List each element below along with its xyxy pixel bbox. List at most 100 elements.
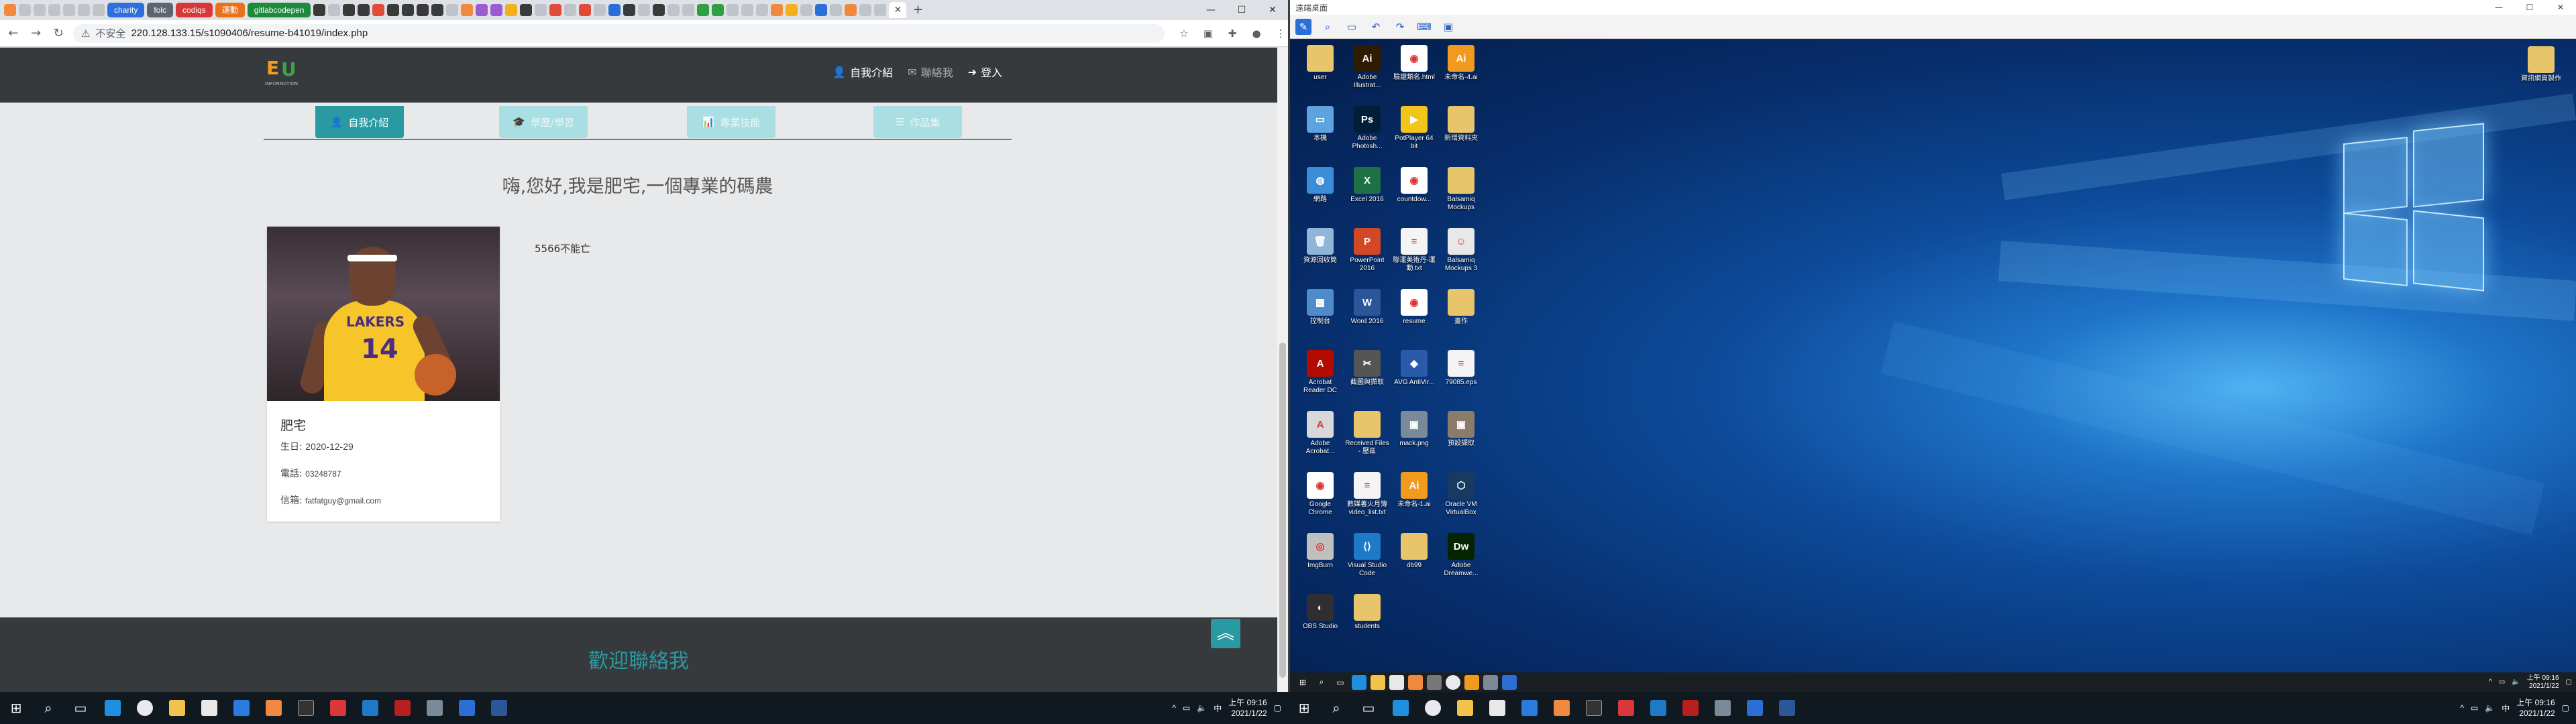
tab-favicon[interactable]: [756, 4, 769, 16]
tab-favicon[interactable]: [328, 4, 341, 16]
tab-favicon[interactable]: [461, 4, 474, 16]
desktop-icon[interactable]: Ai 未命名-4.ai: [1438, 45, 1485, 105]
menu-dots-icon[interactable]: ⋮: [1273, 26, 1288, 41]
app-icon[interactable]: [1502, 674, 1517, 690]
desktop-icon[interactable]: A Adobe Acrobat...: [1297, 411, 1344, 471]
desktop-icon[interactable]: ◉ resume: [1391, 289, 1438, 349]
clock[interactable]: 上午 09:16 2021/1/22: [1228, 697, 1267, 719]
app-icon[interactable]: [1546, 692, 1578, 724]
tab-favicon[interactable]: [771, 4, 784, 16]
tab-favicon[interactable]: [859, 4, 872, 16]
notification-icon[interactable]: ▢: [2562, 703, 2569, 713]
edge-icon[interactable]: [97, 692, 129, 724]
maximize-button[interactable]: ☐: [1226, 0, 1257, 20]
task-view-icon[interactable]: ▭: [64, 692, 97, 724]
bookmark-charity[interactable]: charity: [107, 3, 145, 17]
desktop-icon[interactable]: ▣ mack.png: [1391, 411, 1438, 471]
vertical-scrollbar[interactable]: [1277, 48, 1288, 692]
desktop-icon[interactable]: W Word 2016: [1344, 289, 1391, 349]
remote-desktop-icon[interactable]: [451, 692, 483, 724]
desktop-icon[interactable]: ▶ PotPlayer 64 bit: [1391, 106, 1438, 166]
warning-icon[interactable]: ⚠: [81, 27, 90, 40]
chrome-icon[interactable]: [129, 692, 161, 724]
github-icon[interactable]: [343, 4, 356, 16]
desktop-icon[interactable]: ▦ 控制台: [1297, 289, 1344, 349]
app-icon[interactable]: [1408, 674, 1423, 690]
windows-start-icon[interactable]: ⊞: [0, 692, 32, 724]
tab-favicon[interactable]: [638, 4, 651, 16]
desktop-icon[interactable]: ✂ 截圖與擷取: [1344, 350, 1391, 410]
tab-favicon[interactable]: [549, 4, 562, 16]
tab-favicon[interactable]: [712, 4, 724, 16]
app-icon[interactable]: [1427, 674, 1442, 690]
desktop-icon[interactable]: ◆ AVG AntiVir...: [1391, 350, 1438, 410]
tab-favicon[interactable]: [4, 4, 16, 16]
desktop-icon[interactable]: ◉ countdow...: [1391, 167, 1438, 227]
store-icon[interactable]: [1389, 674, 1404, 690]
desktop-icon[interactable]: Dw Adobe Dreamwe...: [1438, 533, 1485, 593]
tab-favicon[interactable]: [535, 4, 547, 16]
reload-icon[interactable]: ↻: [50, 25, 66, 42]
remote-minimize-button[interactable]: —: [2483, 0, 2514, 15]
desktop-icon[interactable]: ≡ 79085.eps: [1438, 350, 1485, 410]
windows-start-icon[interactable]: ⊞: [1295, 675, 1310, 690]
desktop-icon[interactable]: 畫作: [1438, 289, 1485, 349]
tab-favicon[interactable]: [830, 4, 843, 16]
tab-favicon[interactable]: [505, 4, 518, 16]
tab-education[interactable]: 🎓 學歷/學習: [499, 106, 588, 138]
ime-icon[interactable]: 中: [1214, 703, 1222, 714]
chevron-up-icon[interactable]: ^: [2489, 678, 2492, 686]
undo-icon[interactable]: ↶: [1368, 19, 1384, 35]
desktop-icon[interactable]: ≡ 聯運美術丹-運動.txt: [1391, 228, 1438, 288]
tab-favicon[interactable]: [34, 4, 46, 16]
windows-start-icon[interactable]: ⊞: [1288, 692, 1320, 724]
tab-favicon[interactable]: [446, 4, 459, 16]
close-button[interactable]: ✕: [1257, 0, 1288, 20]
tab-favicon[interactable]: [78, 4, 90, 16]
desktop-icon[interactable]: Ps Adobe Photosh...: [1344, 106, 1391, 166]
github-icon[interactable]: [417, 4, 429, 16]
filezilla-icon[interactable]: [386, 692, 419, 724]
desktop-icon[interactable]: A Acrobat Reader DC: [1297, 350, 1344, 410]
minimize-button[interactable]: —: [1195, 0, 1226, 20]
word-icon[interactable]: [1771, 692, 1803, 724]
desktop-icon[interactable]: ◎ ImgBurn: [1297, 533, 1344, 593]
tab-favicon[interactable]: [653, 4, 665, 16]
tab-favicon[interactable]: [476, 4, 488, 16]
screen-icon[interactable]: ▭: [1344, 19, 1360, 35]
scrollbar-thumb[interactable]: [1279, 343, 1286, 678]
search-icon[interactable]: ⌕: [1320, 692, 1352, 724]
desktop-icon[interactable]: students: [1344, 594, 1391, 654]
tab-favicon[interactable]: [682, 4, 695, 16]
file-explorer-icon[interactable]: [1371, 674, 1385, 690]
filezilla-icon[interactable]: [1674, 692, 1707, 724]
tab-favicon[interactable]: [845, 4, 857, 16]
tab-favicon[interactable]: [697, 4, 710, 16]
url-text[interactable]: 220.128.133.15/s1090406/resume-b41019/in…: [131, 27, 368, 39]
extension-icon[interactable]: ▣: [1201, 26, 1216, 41]
tab-favicon[interactable]: [623, 4, 636, 16]
back-arrow-icon[interactable]: ←: [5, 25, 21, 42]
tab-favicon[interactable]: [520, 4, 533, 16]
zoom-icon[interactable]: ⌕: [1320, 19, 1336, 35]
app-icon[interactable]: [1464, 674, 1479, 690]
desktop-icon[interactable]: ⟨⟩ Visual Studio Code: [1344, 533, 1391, 593]
chrome-icon[interactable]: [1446, 674, 1460, 690]
search-icon[interactable]: ⌕: [32, 692, 64, 724]
app-icon[interactable]: [1707, 692, 1739, 724]
task-view-icon[interactable]: ▭: [1352, 692, 1385, 724]
tab-favicon[interactable]: [579, 4, 592, 16]
redo-icon[interactable]: ↷: [1392, 19, 1408, 35]
tab-favicon[interactable]: [48, 4, 60, 16]
bookmark-folc[interactable]: folc: [147, 3, 174, 17]
tab-favicon[interactable]: [741, 4, 754, 16]
github-icon[interactable]: [431, 4, 444, 16]
tab-favicon[interactable]: [727, 4, 739, 16]
desktop-icon[interactable]: db99: [1391, 533, 1438, 593]
profile-avatar-icon[interactable]: ●: [1249, 26, 1264, 41]
desktop-icon[interactable]: ◍ 網路: [1297, 167, 1344, 227]
desktop-icon[interactable]: X Excel 2016: [1344, 167, 1391, 227]
volume-icon[interactable]: 🔈: [2485, 703, 2495, 713]
tab-favicon[interactable]: [786, 4, 798, 16]
github-icon[interactable]: [358, 4, 370, 16]
